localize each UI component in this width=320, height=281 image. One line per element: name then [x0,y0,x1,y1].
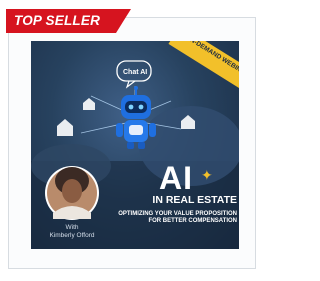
sparkle-icon: ✦ [201,167,213,183]
top-seller-ribbon: TOP SELLER [6,9,131,33]
presenter-avatar [45,166,99,220]
product-thumbnail[interactable]: ON-DEMAND WEBINAR Chat AI AI ✦ IN REAL E… [31,41,239,249]
house-icon [57,119,73,136]
title-in-real-estate: IN REAL ESTATE [152,194,237,206]
presenter-credit: With Kimberly Offord [35,224,109,240]
title-ai: AI [159,160,193,196]
presenter-name: Kimberly Offord [49,232,95,239]
subtitle: OPTIMIZING YOUR VALUE PROPOSITION FOR BE… [118,211,237,224]
presenter-prefix: With [65,224,79,231]
chat-ai-label: Chat AI [123,69,148,76]
